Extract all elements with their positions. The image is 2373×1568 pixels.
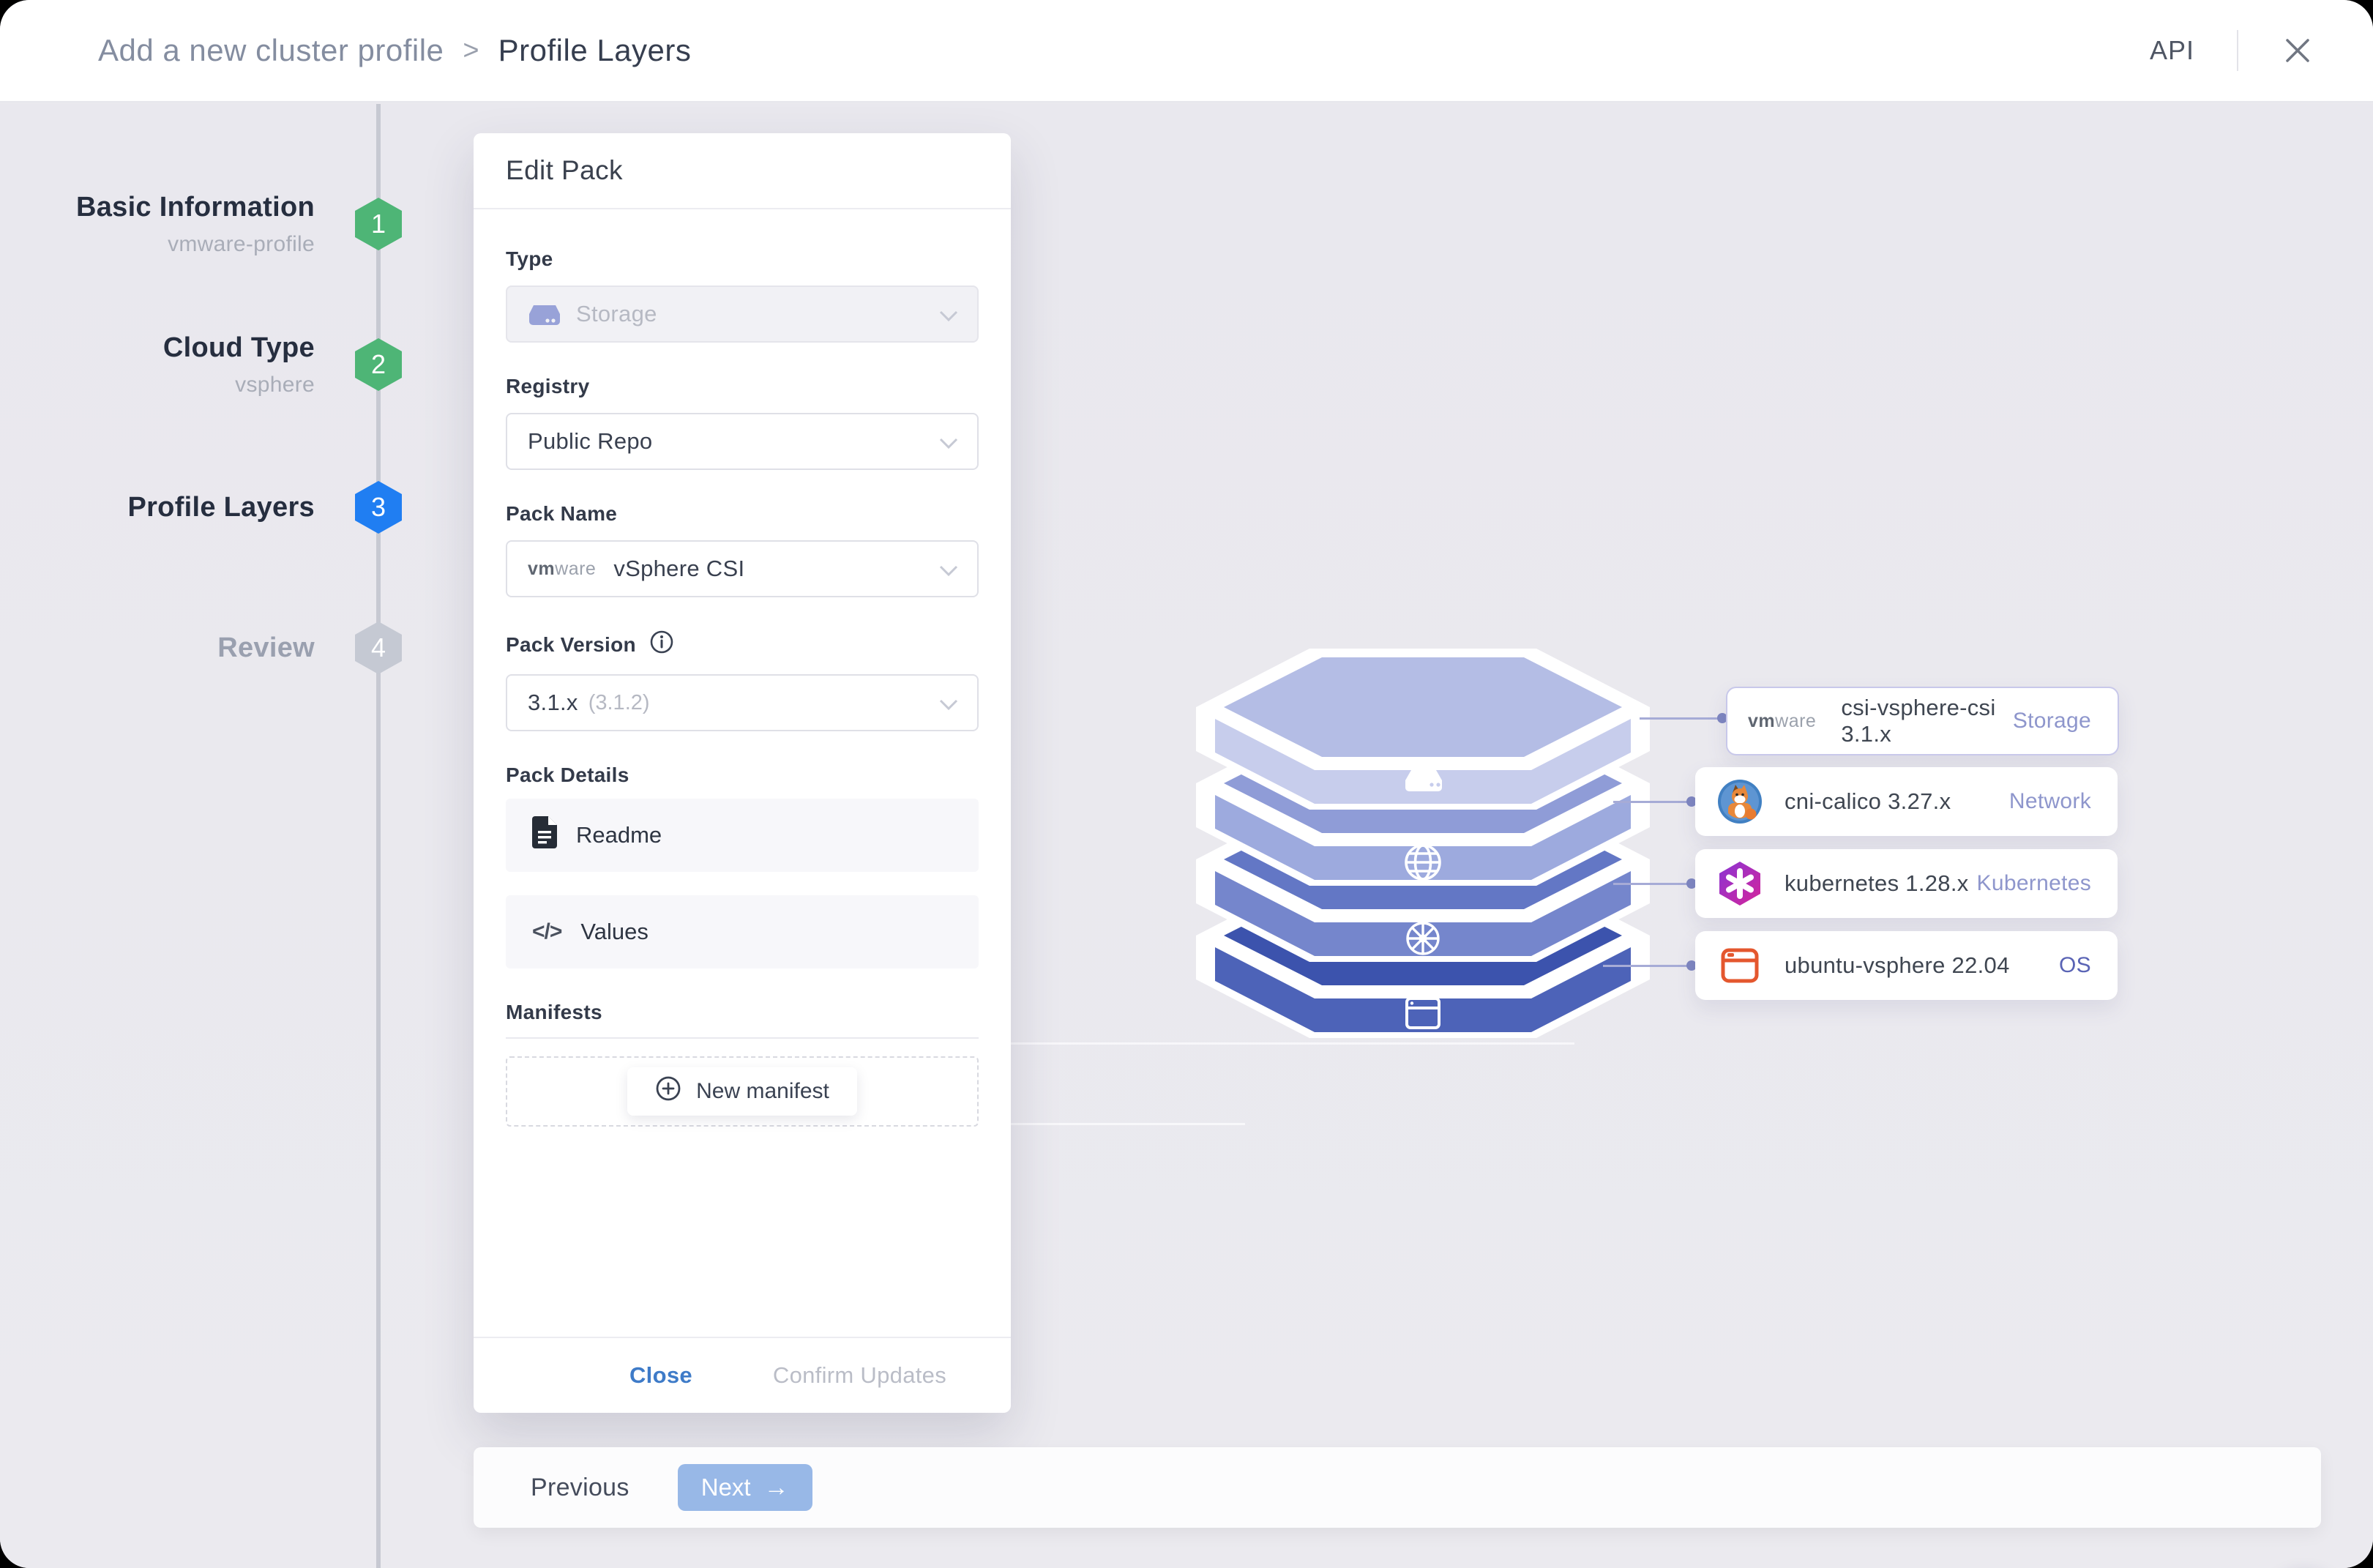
readme-row[interactable]: Readme xyxy=(506,799,979,872)
manifests-dropzone: New manifest xyxy=(506,1056,979,1127)
step-title: Basic Information xyxy=(75,192,315,223)
pack-name-label: Pack Name xyxy=(506,502,618,525)
type-select[interactable]: Storage xyxy=(506,285,979,343)
app-window: Add a new cluster profile > Profile Laye… xyxy=(0,0,2373,1568)
layer-name: csi-vsphere-csi 3.1.x xyxy=(1841,695,1996,747)
layer-card-kubernetes[interactable]: kubernetes 1.28.x Kubernetes xyxy=(1695,849,2118,918)
manifests-divider xyxy=(506,1037,979,1039)
pack-name-value: vSphere CSI xyxy=(613,556,745,581)
step-subtitle: vmware-profile xyxy=(168,232,315,256)
pack-version-value: 3.1.x xyxy=(528,690,578,715)
step-badge-4[interactable]: 4 xyxy=(355,621,402,674)
step-subtitle: vsphere xyxy=(235,373,315,397)
values-label: Values xyxy=(580,919,649,944)
connector-kubernetes xyxy=(1613,883,1695,885)
layer-card-network[interactable]: cni-calico 3.27.x Network xyxy=(1695,767,2118,836)
calico-cat-icon xyxy=(1716,778,1764,825)
layer-tag: Kubernetes xyxy=(1976,871,2091,895)
type-value: Storage xyxy=(576,301,657,326)
panel-footer: Close Confirm Updates xyxy=(474,1337,1011,1413)
main-area: Basic Information vmware-profile 1 Cloud… xyxy=(0,104,2373,1568)
readme-doc-icon xyxy=(532,816,557,854)
stepper-timeline xyxy=(376,104,381,1568)
layer-name: kubernetes 1.28.x xyxy=(1785,870,1969,896)
top-bar: Add a new cluster profile > Profile Laye… xyxy=(0,0,2373,102)
previous-button[interactable]: Previous xyxy=(531,1474,629,1502)
api-button[interactable]: API xyxy=(2150,35,2194,66)
pack-version-detail: (3.1.2) xyxy=(588,690,650,714)
layer-tag: Storage xyxy=(2012,709,2091,733)
registry-value: Public Repo xyxy=(528,428,653,454)
step-badge-2[interactable]: 2 xyxy=(355,338,402,391)
step-profile-layers[interactable]: Profile Layers xyxy=(37,492,315,523)
layer-tag: Network xyxy=(2008,789,2091,813)
step-title: Cloud Type xyxy=(162,332,315,363)
edit-pack-panel: Edit Pack Type Storage Registry Public R… xyxy=(474,133,1011,1413)
confirm-updates-button[interactable]: Confirm Updates xyxy=(773,1362,946,1389)
layer-name: ubuntu-vsphere 22.04 xyxy=(1785,952,2010,978)
step-badge-1[interactable]: 1 xyxy=(355,198,402,250)
breadcrumb-parent[interactable]: Add a new cluster profile xyxy=(98,33,444,68)
storage-drive-icon xyxy=(528,299,561,329)
manifests-label: Manifests xyxy=(506,1001,602,1023)
background-line xyxy=(1011,1123,1245,1125)
registry-select[interactable]: Public Repo xyxy=(506,413,979,470)
vmware-logo: vmware xyxy=(528,558,597,579)
layer-tag: OS xyxy=(2059,953,2091,977)
type-label: Type xyxy=(506,247,553,270)
plus-circle-icon xyxy=(655,1075,681,1108)
pack-name-select[interactable]: vmware vSphere CSI xyxy=(506,540,979,597)
pack-version-select[interactable]: 3.1.x (3.1.2) xyxy=(506,674,979,731)
connector-storage xyxy=(1640,717,1727,720)
step-basic-information[interactable]: Basic Information vmware-profile xyxy=(37,192,315,257)
pack-version-label-text: Pack Version xyxy=(506,632,636,656)
arrow-right-icon: → xyxy=(763,1474,789,1501)
info-icon[interactable] xyxy=(649,630,674,660)
code-icon: </> xyxy=(532,919,562,944)
step-badge-3[interactable]: 3 xyxy=(355,481,402,534)
layer-card-storage[interactable]: vmware csi-vsphere-csi 3.1.x Storage xyxy=(1726,687,2119,755)
registry-label: Registry xyxy=(506,375,590,397)
values-row[interactable]: </> Values xyxy=(506,895,979,968)
profile-layer-stack[interactable] xyxy=(1196,649,1650,1044)
readme-label: Readme xyxy=(576,822,662,848)
chevron-down-icon xyxy=(939,310,958,326)
breadcrumb-separator: > xyxy=(463,34,479,66)
close-button[interactable]: Close xyxy=(629,1362,692,1389)
pack-version-label: Pack Version xyxy=(506,630,979,660)
stack-layer-storage xyxy=(1196,649,1650,810)
step-title: Review xyxy=(217,632,315,663)
os-window-icon xyxy=(1716,945,1764,986)
close-icon[interactable] xyxy=(2281,34,2314,67)
step-cloud-type[interactable]: Cloud Type vsphere xyxy=(37,332,315,397)
new-manifest-label: New manifest xyxy=(696,1079,829,1103)
pack-details-label: Pack Details xyxy=(506,764,629,786)
panel-title: Edit Pack xyxy=(474,133,1011,209)
next-button-label: Next xyxy=(700,1474,751,1501)
new-manifest-button[interactable]: New manifest xyxy=(627,1067,857,1116)
connector-network xyxy=(1613,801,1695,803)
step-title: Profile Layers xyxy=(127,492,315,523)
layer-name: cni-calico 3.27.x xyxy=(1785,788,1951,814)
next-button[interactable]: Next → xyxy=(677,1464,812,1511)
chevron-down-icon xyxy=(939,565,958,580)
layer-card-os[interactable]: ubuntu-vsphere 22.04 OS xyxy=(1695,931,2118,1000)
topbar-divider xyxy=(2237,30,2238,71)
connector-os xyxy=(1603,965,1695,967)
chevron-down-icon xyxy=(939,699,958,714)
step-review[interactable]: Review xyxy=(37,632,315,664)
breadcrumb-current: Profile Layers xyxy=(498,33,692,67)
vmware-logo: vmware xyxy=(1748,710,1817,731)
wizard-footer-bar: Previous Next → xyxy=(474,1447,2321,1528)
kubernetes-icon xyxy=(1716,860,1764,907)
chevron-down-icon xyxy=(939,438,958,453)
